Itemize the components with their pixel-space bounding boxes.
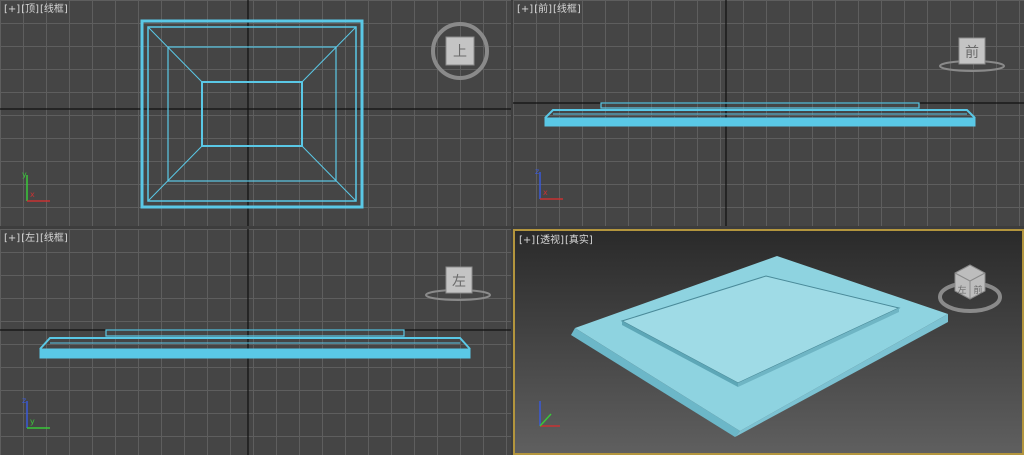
viewcube-face-label: 上 (453, 44, 467, 60)
front-view-scene: 前 z x (513, 0, 1024, 226)
wireframe-object-front (544, 102, 976, 127)
viewport-left[interactable]: [+][左][线框] 左 z y (0, 229, 511, 455)
viewcube-face-label: 左 (452, 274, 466, 290)
axis-tripod-left: z y (22, 396, 50, 429)
axis-tripod-front: z x (535, 167, 563, 200)
viewport-top[interactable]: [+][顶][线框] 上 y x (0, 0, 511, 226)
axis-tripod-perspective (539, 401, 560, 427)
svg-text:z: z (535, 167, 539, 176)
viewport-perspective[interactable]: [+][透视][真实] 左 前 (513, 229, 1024, 455)
viewcube-top[interactable]: 上 (431, 22, 489, 80)
viewcube-face-front: 前 (973, 284, 982, 296)
wireframe-object-left (39, 329, 471, 359)
viewport-front[interactable]: [+][前][线框] 前 z x (513, 0, 1024, 226)
perspective-scene: 左 前 (539, 256, 1002, 437)
viewcube-face-left: 左 (957, 284, 966, 296)
svg-text:x: x (30, 190, 35, 199)
svg-text:z: z (22, 396, 26, 405)
viewcube-face-label: 前 (965, 44, 979, 61)
svg-text:y: y (30, 417, 35, 426)
svg-text:x: x (543, 188, 548, 197)
viewcube-left[interactable]: 左 (425, 266, 491, 301)
shaded-object-perspective (571, 256, 948, 437)
left-view-scene: 左 z y (0, 229, 511, 455)
viewcube-front[interactable]: 前 (939, 37, 1005, 72)
wireframe-object-top (140, 19, 364, 209)
viewcube-perspective[interactable]: 左 前 (938, 264, 1002, 313)
svg-text:y: y (22, 170, 27, 179)
axis-tripod-top: y x (22, 170, 50, 202)
top-view-scene: 上 y x (0, 0, 511, 226)
